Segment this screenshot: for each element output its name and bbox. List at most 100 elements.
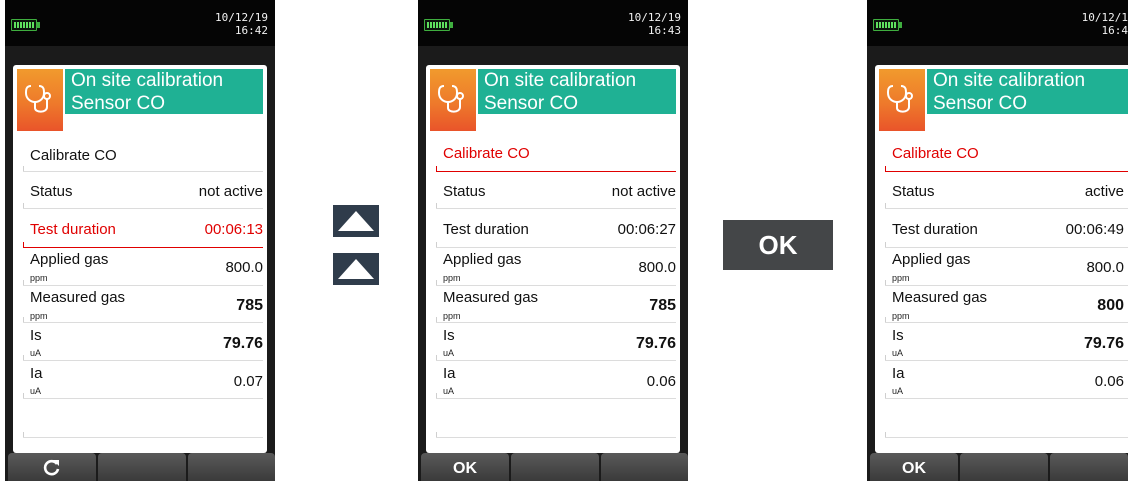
calibration-screen: On site calibration Sensor CO Calibrate … xyxy=(426,65,680,453)
is-value: 79.76 xyxy=(222,335,263,352)
separator xyxy=(23,432,263,438)
is-unit: uA xyxy=(443,348,455,358)
calibrate-label: Calibrate CO xyxy=(892,145,979,162)
is-value: 79.76 xyxy=(635,335,676,352)
softkey-3[interactable] xyxy=(1050,453,1128,481)
softkey-2[interactable] xyxy=(98,453,186,481)
up-arrow-key-1[interactable] xyxy=(333,205,379,237)
applied-gas-value: 800.0 xyxy=(1086,259,1124,276)
applied-gas-value: 800.0 xyxy=(638,259,676,276)
up-arrow-icon xyxy=(338,211,374,231)
separator xyxy=(436,317,676,323)
calibrate-label: Calibrate CO xyxy=(443,145,530,162)
ia-label: Ia xyxy=(30,365,43,382)
ia-value: 0.06 xyxy=(1094,373,1124,390)
softkey-2[interactable] xyxy=(960,453,1048,481)
softkey-2[interactable] xyxy=(511,453,599,481)
separator xyxy=(23,317,263,323)
softkey-ok[interactable]: OK xyxy=(421,453,509,481)
separator xyxy=(436,203,676,209)
calibration-screen: On site calibration Sensor CO Calibrate … xyxy=(13,65,267,453)
battery-icon xyxy=(11,19,40,31)
separator xyxy=(885,355,1128,361)
ok-key[interactable]: OK xyxy=(723,220,833,270)
softkey-bar xyxy=(5,453,275,481)
separator xyxy=(23,166,263,172)
softkey-ok[interactable]: OK xyxy=(870,453,958,481)
separator xyxy=(23,355,263,361)
status-value: not active xyxy=(611,183,676,200)
status-bar: 10/12/19 16:42 xyxy=(5,0,275,46)
measured-gas-unit: ppm xyxy=(892,311,910,321)
measured-gas-label: Measured gas xyxy=(443,289,539,306)
test-duration-value: 00:06:49 xyxy=(1065,221,1124,238)
separator xyxy=(436,242,676,248)
status-bar: 10/12/19 16:43 xyxy=(418,0,688,46)
separator xyxy=(23,203,263,209)
device-screen-3: 10/12/1 16:4 On site calibration Sensor … xyxy=(867,0,1128,481)
datetime: 10/12/19 16:43 xyxy=(628,11,681,37)
separator xyxy=(885,280,1128,286)
selection-underline xyxy=(885,166,1128,172)
screen-title: On site calibration Sensor CO xyxy=(478,69,676,114)
title-line-2: Sensor CO xyxy=(484,93,578,114)
status-value: active xyxy=(1084,183,1124,200)
softkey-bar: OK xyxy=(867,453,1128,481)
measured-gas-value: 785 xyxy=(236,297,263,314)
test-duration-label: Test duration xyxy=(443,221,529,238)
is-label: Is xyxy=(443,327,455,344)
test-duration-value: 00:06:27 xyxy=(617,221,676,238)
softkey-bar: OK xyxy=(418,453,688,481)
separator xyxy=(885,393,1128,399)
measured-gas-unit: ppm xyxy=(443,311,461,321)
selection-underline xyxy=(23,242,263,248)
applied-gas-value: 800.0 xyxy=(225,259,263,276)
softkey-ok-label: OK xyxy=(902,460,926,477)
separator xyxy=(436,280,676,286)
battery-icon xyxy=(424,19,453,31)
calibration-screen: On site calibration Sensor CO Calibrate … xyxy=(875,65,1128,453)
title-line-1: On site calibration xyxy=(484,70,637,91)
applied-gas-label: Applied gas xyxy=(30,251,109,268)
test-duration-label: Test duration xyxy=(892,221,978,238)
softkey-3[interactable] xyxy=(188,453,275,481)
ia-label: Ia xyxy=(892,365,905,382)
separator xyxy=(885,432,1128,438)
softkey-refresh[interactable] xyxy=(8,453,96,481)
ia-unit: uA xyxy=(443,386,455,396)
measured-gas-value: 785 xyxy=(649,297,676,314)
separator xyxy=(436,432,676,438)
calibrate-label: Calibrate CO xyxy=(30,147,117,164)
softkey-3[interactable] xyxy=(601,453,688,481)
status-value: not active xyxy=(198,183,263,200)
ia-label: Ia xyxy=(443,365,456,382)
stethoscope-icon xyxy=(430,69,476,131)
battery-icon xyxy=(873,19,902,31)
datetime: 10/12/1 16:4 xyxy=(1081,11,1128,37)
test-duration-label: Test duration xyxy=(30,221,116,238)
up-arrow-key-2[interactable] xyxy=(333,253,379,285)
title-line-1: On site calibration xyxy=(71,70,224,91)
measured-gas-unit: ppm xyxy=(30,311,48,321)
softkey-ok-label: OK xyxy=(453,460,477,477)
applied-gas-unit: ppm xyxy=(443,273,461,283)
status-bar: 10/12/1 16:4 xyxy=(867,0,1128,46)
device-screen-2: 10/12/19 16:43 On site calibration Senso… xyxy=(418,0,688,481)
stethoscope-icon xyxy=(879,69,925,131)
selection-underline xyxy=(436,166,676,172)
applied-gas-label: Applied gas xyxy=(892,251,971,268)
separator xyxy=(885,242,1128,248)
test-duration-value: 00:06:13 xyxy=(204,221,263,238)
applied-gas-unit: ppm xyxy=(892,273,910,283)
ia-unit: uA xyxy=(30,386,42,396)
ia-unit: uA xyxy=(892,386,904,396)
measured-gas-label: Measured gas xyxy=(892,289,988,306)
measured-gas-label: Measured gas xyxy=(30,289,126,306)
separator xyxy=(23,393,263,399)
is-value: 79.76 xyxy=(1083,335,1124,352)
up-arrow-icon xyxy=(338,259,374,279)
separator xyxy=(885,203,1128,209)
is-label: Is xyxy=(30,327,42,344)
datetime: 10/12/19 16:42 xyxy=(215,11,268,37)
status-label: Status xyxy=(443,183,486,200)
